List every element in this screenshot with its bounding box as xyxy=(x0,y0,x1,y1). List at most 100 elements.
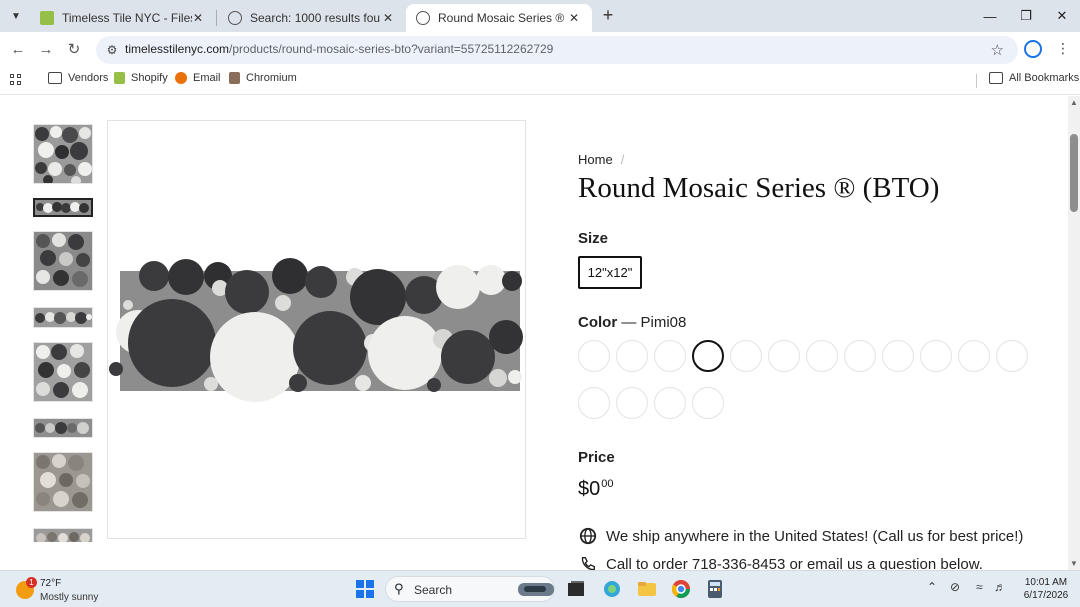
menu-icon[interactable]: ⋮ xyxy=(1056,40,1070,57)
color-swatch[interactable] xyxy=(578,340,610,372)
breadcrumb-separator: / xyxy=(620,152,625,167)
thumbnail-7[interactable] xyxy=(33,452,93,512)
bookmark-label: All Bookmarks xyxy=(1009,72,1080,84)
bookmark-star-icon[interactable]: ☆ xyxy=(991,41,1004,59)
clock[interactable]: 10:01 AM 6/17/2026 xyxy=(1018,576,1074,602)
bookmark-shopify[interactable]: Shopify xyxy=(114,72,168,84)
url-text[interactable]: timelesstilenyc.com/products/round-mosai… xyxy=(125,42,553,56)
color-swatch[interactable] xyxy=(920,340,952,372)
breadcrumb-home[interactable]: Home xyxy=(578,152,613,167)
chromium-icon xyxy=(229,72,240,84)
mosaic-thumbnail-image xyxy=(34,232,92,290)
close-icon[interactable]: ✕ xyxy=(190,10,206,26)
show-hidden-icons[interactable]: ⌃ xyxy=(927,580,937,594)
thumbnail-1[interactable] xyxy=(33,124,93,184)
screen: ▼ Timeless Tile NYC - Files · Shopi ✕ Se… xyxy=(0,0,1080,607)
address-bar[interactable]: ⚙ timelesstilenyc.com/products/round-mos… xyxy=(96,36,1018,64)
color-swatch[interactable] xyxy=(616,340,648,372)
car-image-icon xyxy=(518,583,554,596)
tab-title: Search: 1000 results found for ' xyxy=(250,11,380,25)
thumbnail-6[interactable] xyxy=(33,418,93,438)
task-view-button[interactable] xyxy=(565,578,587,600)
thumbnail-4[interactable] xyxy=(33,307,93,328)
bookmark-email[interactable]: Email xyxy=(175,72,221,84)
site-settings-icon[interactable]: ⚙ xyxy=(104,42,120,58)
size-label: Size xyxy=(578,230,609,247)
color-swatch[interactable] xyxy=(958,340,990,372)
product-price: $000 xyxy=(578,478,614,501)
close-window-button[interactable]: ✕ xyxy=(1044,0,1080,32)
shopify-icon xyxy=(40,11,54,25)
tab-round-mosaic[interactable]: Round Mosaic Series ® (BTO) – ✕ xyxy=(406,4,592,32)
bookmark-vendors[interactable]: Vendors xyxy=(48,72,108,84)
color-swatch[interactable] xyxy=(806,340,838,372)
network-off-icon[interactable]: ⊘ xyxy=(950,580,960,594)
scroll-down-icon[interactable]: ▼ xyxy=(1070,559,1078,568)
folder-icon xyxy=(48,72,62,84)
color-swatch[interactable] xyxy=(882,340,914,372)
windows-icon xyxy=(356,580,374,598)
price-label: Price xyxy=(578,449,615,466)
chrome-button[interactable] xyxy=(670,578,692,600)
email-icon xyxy=(175,72,187,84)
restore-button[interactable]: ❐ xyxy=(1008,0,1044,32)
page-scrollbar[interactable]: ▲ ▼ xyxy=(1068,96,1080,570)
back-button[interactable]: ← xyxy=(8,40,28,60)
bookmark-label: Email xyxy=(193,72,221,84)
tab-strip: ▼ Timeless Tile NYC - Files · Shopi ✕ Se… xyxy=(0,0,1080,32)
widgets-image-icon[interactable] xyxy=(516,578,556,600)
color-swatch[interactable] xyxy=(616,387,648,419)
bookmark-label: Chromium xyxy=(246,72,297,84)
thumbnail-5[interactable] xyxy=(33,342,93,402)
color-swatch[interactable] xyxy=(692,387,724,419)
mosaic-thumbnail-image xyxy=(34,419,92,437)
color-swatch[interactable] xyxy=(692,340,724,372)
weather-widget[interactable]: 1 72°F Mostly sunny xyxy=(14,575,134,605)
tab-search-results[interactable]: Search: 1000 results found for ' ✕ xyxy=(218,4,406,32)
thumbnail-2[interactable] xyxy=(33,198,93,217)
windows-taskbar: 1 72°F Mostly sunny ⚲ Search ⌃ ⊘ ≈ ♬ 10:… xyxy=(0,570,1080,607)
file-explorer-button[interactable] xyxy=(636,578,658,600)
color-swatch[interactable] xyxy=(996,340,1028,372)
profile-icon[interactable] xyxy=(1024,40,1042,58)
calculator-button[interactable] xyxy=(704,578,726,600)
close-icon[interactable]: ✕ xyxy=(566,10,582,26)
price-cents: 00 xyxy=(601,478,614,490)
price-main: $0 xyxy=(578,478,601,500)
wifi-icon[interactable]: ≈ xyxy=(976,580,983,594)
all-bookmarks[interactable]: All Bookmarks xyxy=(989,72,1079,84)
scrollbar-thumb[interactable] xyxy=(1070,134,1078,212)
calculator-icon xyxy=(708,580,722,598)
globe-icon xyxy=(416,11,430,25)
apps-icon[interactable] xyxy=(10,74,22,86)
bookmark-chromium[interactable]: Chromium xyxy=(229,72,297,84)
reload-button[interactable]: ↻ xyxy=(64,40,84,60)
thumbnail-8[interactable] xyxy=(33,528,93,542)
color-swatch[interactable] xyxy=(578,387,610,419)
color-swatch[interactable] xyxy=(654,340,686,372)
bookmark-label: Shopify xyxy=(131,72,168,84)
tab-search-icon[interactable]: ▼ xyxy=(6,6,26,26)
main-product-image[interactable] xyxy=(107,120,526,539)
size-option-12x12[interactable]: 12"x12" xyxy=(578,256,642,289)
forward-button[interactable]: → xyxy=(36,40,56,60)
task-view-icon xyxy=(568,581,584,596)
minimize-button[interactable]: — xyxy=(972,0,1008,32)
start-button[interactable] xyxy=(354,578,376,600)
new-tab-button[interactable]: + xyxy=(598,6,618,26)
globe-icon xyxy=(228,11,242,25)
copilot-button[interactable] xyxy=(601,578,623,600)
color-swatch[interactable] xyxy=(844,340,876,372)
product-title: Round Mosaic Series ® (BTO) xyxy=(578,172,940,204)
color-swatch[interactable] xyxy=(654,387,686,419)
color-swatch[interactable] xyxy=(730,340,762,372)
volume-icon[interactable]: ♬ xyxy=(994,580,1006,594)
close-icon[interactable]: ✕ xyxy=(380,10,396,26)
thumbnail-3[interactable] xyxy=(33,231,93,291)
color-swatch-list xyxy=(578,340,1038,424)
tab-shopify-files[interactable]: Timeless Tile NYC - Files · Shopi ✕ xyxy=(30,4,216,32)
scroll-up-icon[interactable]: ▲ xyxy=(1070,98,1078,107)
color-swatch[interactable] xyxy=(768,340,800,372)
url-host: timelesstilenyc.com xyxy=(125,42,230,56)
tab-title: Round Mosaic Series ® (BTO) – xyxy=(438,11,568,25)
